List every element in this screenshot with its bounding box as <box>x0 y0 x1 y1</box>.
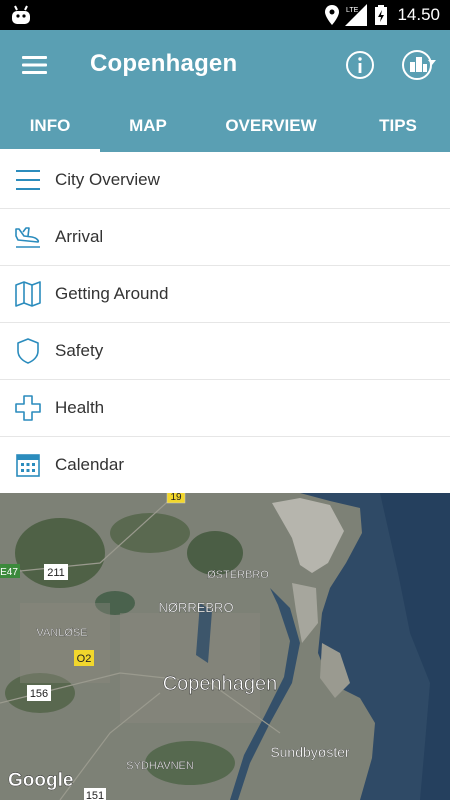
menu-item-health[interactable]: Health <box>0 380 450 437</box>
map-district-label: Sundbyøster <box>270 744 350 760</box>
road-shield: 151 <box>86 790 104 800</box>
tab-bar: INFO MAP OVERVIEW TIPS <box>0 100 450 152</box>
road-shield: 156 <box>30 688 48 700</box>
menu-item-city-overview[interactable]: City Overview <box>0 152 450 209</box>
menu-item-label: Safety <box>55 341 104 360</box>
page-title: Copenhagen <box>90 50 238 77</box>
road-shield: 211 <box>47 567 65 579</box>
app-bar: Copenhagen <box>0 30 450 100</box>
road-shield: O2 <box>77 653 92 665</box>
menu-item-label: Health <box>55 398 105 417</box>
menu-item-label: City Overview <box>55 170 160 189</box>
tab-overview[interactable]: OVERVIEW <box>196 100 346 152</box>
menu-item-label: Calendar <box>55 455 124 474</box>
cross-icon <box>15 395 41 421</box>
menu-item-calendar[interactable]: Calendar <box>0 437 450 494</box>
menu-item-label: Getting Around <box>55 284 169 303</box>
menu-item-getting-around[interactable]: Getting Around <box>0 266 450 323</box>
location-icon <box>325 5 340 25</box>
road-shield: 19 <box>170 493 182 503</box>
map-district-label: VANLØSE <box>36 627 87 639</box>
network-type: LTE <box>346 7 359 14</box>
plane-landing-icon <box>15 227 40 248</box>
info-icon[interactable] <box>344 49 376 81</box>
menu-item-label: Arrival <box>55 227 104 246</box>
city-map[interactable]: 19 211 E47 O2 156 151 ØSTERBRO NØRREBRO … <box>0 493 450 800</box>
road-shield: E47 <box>0 567 18 578</box>
status-bar: LTE 14.50 <box>0 0 450 30</box>
tab-tips[interactable]: TIPS <box>346 100 450 152</box>
map-district-label: ØSTERBRO <box>207 569 269 581</box>
menu-item-arrival[interactable]: Arrival <box>0 209 450 266</box>
tab-map[interactable]: MAP <box>100 100 196 152</box>
battery-icon <box>375 5 388 25</box>
tab-info[interactable]: INFO <box>0 100 100 152</box>
shield-icon <box>17 338 39 364</box>
map-district-label: SYDHAVNEN <box>126 760 194 772</box>
map-district-label: NØRREBRO <box>158 600 233 615</box>
android-debug-icon <box>12 5 30 24</box>
info-menu-list: City Overview Arrival Getting Around Saf… <box>0 152 450 494</box>
calendar-icon <box>16 454 40 477</box>
hamburger-menu-icon[interactable] <box>20 54 50 76</box>
map-city-label: Copenhagen <box>163 673 278 695</box>
map-icon <box>15 281 41 307</box>
status-time: 14.50 <box>397 5 440 24</box>
signal-icon: LTE <box>345 4 368 26</box>
satellite-map-view[interactable]: 19 211 E47 O2 156 151 ØSTERBRO NØRREBRO … <box>0 493 450 800</box>
change-city-icon[interactable] <box>400 47 438 83</box>
list-icon <box>16 170 40 190</box>
menu-item-safety[interactable]: Safety <box>0 323 450 380</box>
google-logo: Google <box>8 770 73 791</box>
